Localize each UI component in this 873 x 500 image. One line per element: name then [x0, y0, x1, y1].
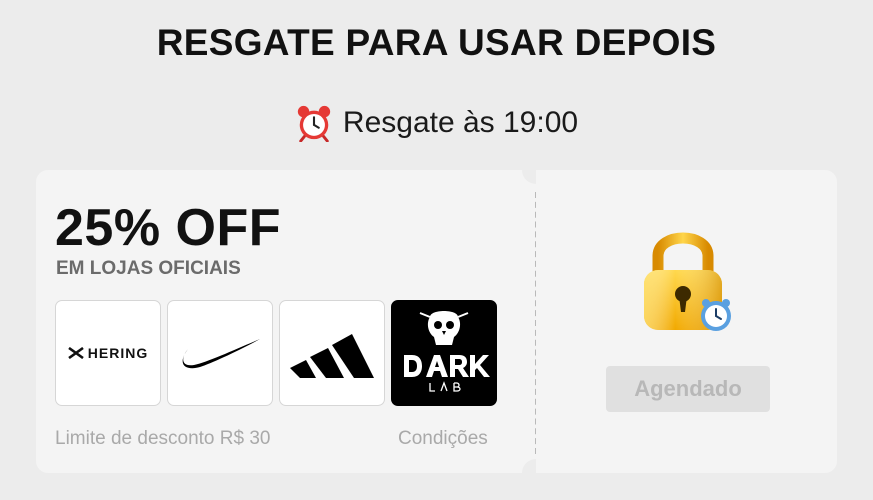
scheduled-status-button[interactable]: Agendado — [606, 366, 770, 412]
alarm-clock-icon — [297, 105, 331, 142]
discount-value: 25% OFF — [55, 199, 281, 257]
discount-limit: Limite de desconto R$ 30 — [55, 428, 271, 449]
discount-scope: EM LOJAS OFICIAIS — [56, 258, 241, 279]
coupon-status-panel: Agendado — [536, 170, 837, 473]
redeem-time-label: Resgate às 19:00 — [342, 106, 579, 139]
brand-dark-lab[interactable] — [391, 300, 497, 406]
hering-logo — [68, 347, 84, 359]
coupon-details: 25% OFF EM LOJAS OFICIAIS HERING Limite … — [36, 170, 536, 473]
brand-nike[interactable] — [167, 300, 273, 406]
redeem-time: Resgate às 19:00 — [0, 104, 873, 142]
brand-hering[interactable]: HERING — [55, 300, 161, 406]
dark-lab-logo — [404, 311, 490, 392]
nike-swoosh-logo — [182, 339, 260, 369]
brand-hering-name: HERING — [87, 345, 149, 361]
page-title: RESGATE PARA USAR DEPOIS — [156, 22, 717, 63]
adidas-logo — [290, 334, 374, 378]
coupon-card: 25% OFF EM LOJAS OFICIAIS HERING Limite … — [36, 156, 837, 487]
brand-adidas[interactable] — [279, 300, 385, 406]
lock-with-clock-icon — [644, 232, 731, 331]
conditions-link[interactable]: Condições — [398, 428, 488, 450]
brand-logos: HERING — [55, 300, 497, 406]
